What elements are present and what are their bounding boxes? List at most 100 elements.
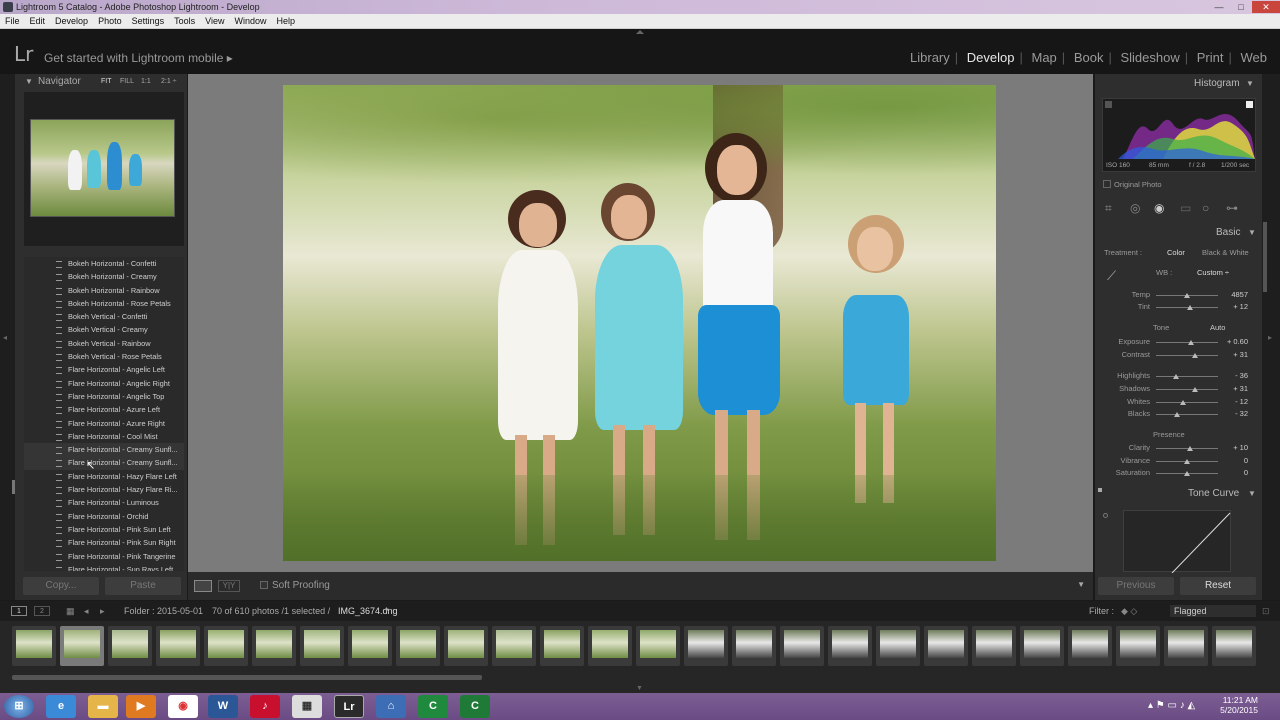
- menu-settings[interactable]: Settings: [127, 14, 170, 29]
- menu-edit[interactable]: Edit: [25, 14, 51, 29]
- filter-lock-icon[interactable]: ⊡: [1262, 601, 1270, 621]
- loupe-view-icon[interactable]: [194, 580, 212, 592]
- module-slideshow[interactable]: Slideshow: [1117, 50, 1182, 65]
- tone-auto-button[interactable]: Auto: [1210, 323, 1225, 332]
- basic-collapse-icon[interactable]: ▼: [1248, 228, 1256, 237]
- preset-item[interactable]: Bokeh Vertical - Rainbow: [24, 337, 184, 350]
- menu-photo[interactable]: Photo: [93, 14, 127, 29]
- filmstrip-thumbnail[interactable]: [972, 626, 1016, 666]
- menu-develop[interactable]: Develop: [50, 14, 93, 29]
- slider-row-temp[interactable]: Temp 4857: [1100, 290, 1260, 300]
- zoom-2-1[interactable]: 2:1 ÷: [161, 74, 177, 90]
- preset-item[interactable]: Flare Horizontal - Pink Sun Right: [24, 536, 184, 549]
- back-arrow-icon[interactable]: ◂: [84, 601, 89, 621]
- slider-knob[interactable]: [1192, 387, 1199, 392]
- preset-item[interactable]: Flare Horizontal - Sun Rays Left: [24, 563, 184, 571]
- top-panel-toggle-icon[interactable]: [636, 30, 644, 34]
- histogram-display[interactable]: ISO 160 85 mm f / 2.8 1/200 sec: [1102, 98, 1256, 172]
- before-after-icon[interactable]: Y|Y: [218, 580, 240, 592]
- filter-select[interactable]: Flagged: [1170, 605, 1256, 617]
- slider-value[interactable]: 4857: [1218, 290, 1248, 299]
- right-panel-toggle-icon[interactable]: ▸: [1268, 333, 1272, 342]
- wb-select[interactable]: Custom ÷: [1197, 268, 1229, 277]
- red-eye-icon[interactable]: ◉: [1154, 201, 1164, 215]
- slider-knob[interactable]: [1192, 353, 1199, 358]
- filmstrip-thumbnail[interactable]: [780, 626, 824, 666]
- slider-knob[interactable]: [1184, 293, 1190, 298]
- main-photo[interactable]: [283, 85, 996, 561]
- filmstrip-thumbnail[interactable]: [924, 626, 968, 666]
- soft-proofing-checkbox[interactable]: [260, 581, 268, 589]
- preset-item[interactable]: Flare Horizontal - Luminous: [24, 496, 184, 509]
- graduated-filter-icon[interactable]: ▭: [1180, 201, 1191, 215]
- slider-knob[interactable]: [1173, 374, 1180, 379]
- treatment-black-white[interactable]: Black & White: [1202, 248, 1249, 257]
- slider-track[interactable]: [1156, 376, 1218, 377]
- wb-eyedropper-icon[interactable]: ⟋: [1107, 268, 1116, 284]
- preset-item[interactable]: Bokeh Vertical - Confetti: [24, 310, 184, 323]
- previous-button[interactable]: Previous: [1098, 577, 1174, 595]
- filename-dropdown-icon[interactable]: ▾: [385, 601, 389, 621]
- slider-row-whites[interactable]: Whites - 12: [1100, 397, 1260, 407]
- module-web[interactable]: Web: [1238, 50, 1271, 65]
- treatment-color[interactable]: Color: [1167, 248, 1185, 257]
- slider-row-highlights[interactable]: Highlights - 36: [1100, 371, 1260, 381]
- slider-knob[interactable]: [1187, 305, 1194, 310]
- preset-item[interactable]: Flare Horizontal - Angelic Right: [24, 377, 184, 390]
- slider-value[interactable]: + 31: [1218, 350, 1248, 359]
- preset-item[interactable]: Bokeh Horizontal - Rainbow: [24, 284, 184, 297]
- module-map[interactable]: Map: [1029, 50, 1060, 65]
- filmstrip-thumbnail[interactable]: [1020, 626, 1064, 666]
- filmstrip-thumbnail[interactable]: [348, 626, 392, 666]
- slider-knob[interactable]: [1184, 471, 1190, 476]
- flag-filter-icon[interactable]: ◆ ◇: [1121, 601, 1137, 621]
- file-explorer-icon[interactable]: ▬: [88, 695, 118, 718]
- filmstrip-thumbnail[interactable]: [732, 626, 776, 666]
- filmstrip-thumbnail[interactable]: [828, 626, 872, 666]
- display-1-button[interactable]: 1: [11, 606, 27, 616]
- slider-knob[interactable]: [1187, 446, 1194, 451]
- slider-value[interactable]: - 12: [1218, 397, 1248, 406]
- menu-file[interactable]: File: [0, 14, 25, 29]
- preset-item[interactable]: Flare Horizontal - Angelic Top: [24, 390, 184, 403]
- navigator-thumbnail[interactable]: [30, 119, 175, 217]
- slider-value[interactable]: + 12: [1218, 302, 1248, 311]
- filmstrip-thumbnail[interactable]: [156, 626, 200, 666]
- tone-curve-title[interactable]: Tone Curve: [1188, 488, 1239, 499]
- preset-item[interactable]: Flare Horizontal - Azure Left: [24, 403, 184, 416]
- preset-item[interactable]: Bokeh Horizontal - Confetti: [24, 257, 184, 270]
- spot-removal-icon[interactable]: ◎: [1130, 201, 1140, 215]
- filmstrip-thumbnail[interactable]: [1164, 626, 1208, 666]
- histogram-title[interactable]: Histogram: [1194, 78, 1240, 89]
- start-button[interactable]: ⊞: [4, 695, 34, 718]
- slider-value[interactable]: - 32: [1218, 409, 1248, 418]
- home-app-icon[interactable]: ⌂: [376, 695, 406, 718]
- calculator-icon[interactable]: ▦: [292, 695, 322, 718]
- preset-item[interactable]: Flare Horizontal - Azure Right: [24, 417, 184, 430]
- chrome-icon[interactable]: ◉: [168, 695, 198, 718]
- mobile-prompt[interactable]: Get started with Lightroom mobile ▸: [44, 51, 233, 65]
- slider-track[interactable]: [1156, 389, 1218, 390]
- filmstrip-thumbnail[interactable]: [876, 626, 920, 666]
- minimize-button[interactable]: —: [1208, 1, 1230, 13]
- slider-value[interactable]: + 0.60: [1218, 337, 1248, 346]
- filmstrip-thumbnail[interactable]: [60, 626, 104, 666]
- filmstrip-thumbnail[interactable]: [1116, 626, 1160, 666]
- lightroom-taskbar-icon[interactable]: Lr: [334, 695, 364, 718]
- filmstrip-thumbnail[interactable]: [684, 626, 728, 666]
- slider-row-tint[interactable]: Tint + 12: [1100, 302, 1260, 312]
- preset-item[interactable]: Flare Horizontal - Cool Mist: [24, 430, 184, 443]
- ie-icon[interactable]: e: [46, 695, 76, 718]
- word-icon[interactable]: W: [208, 695, 238, 718]
- slider-row-clarity[interactable]: Clarity + 10: [1100, 443, 1260, 453]
- slider-value[interactable]: - 36: [1218, 371, 1248, 380]
- filmstrip-thumbnail[interactable]: [444, 626, 488, 666]
- grid-view-icon[interactable]: ▦: [66, 601, 75, 621]
- slider-knob[interactable]: [1180, 400, 1187, 405]
- excel-icon[interactable]: C: [460, 695, 490, 718]
- tone-curve-collapse-icon[interactable]: ▼: [1248, 489, 1256, 498]
- green-app-icon[interactable]: C: [418, 695, 448, 718]
- left-panel-toggle-icon[interactable]: ◂: [3, 333, 7, 342]
- filmstrip-thumbnail[interactable]: [12, 626, 56, 666]
- preset-item[interactable]: Flare Horizontal - Hazy Flare Ri...: [24, 483, 184, 496]
